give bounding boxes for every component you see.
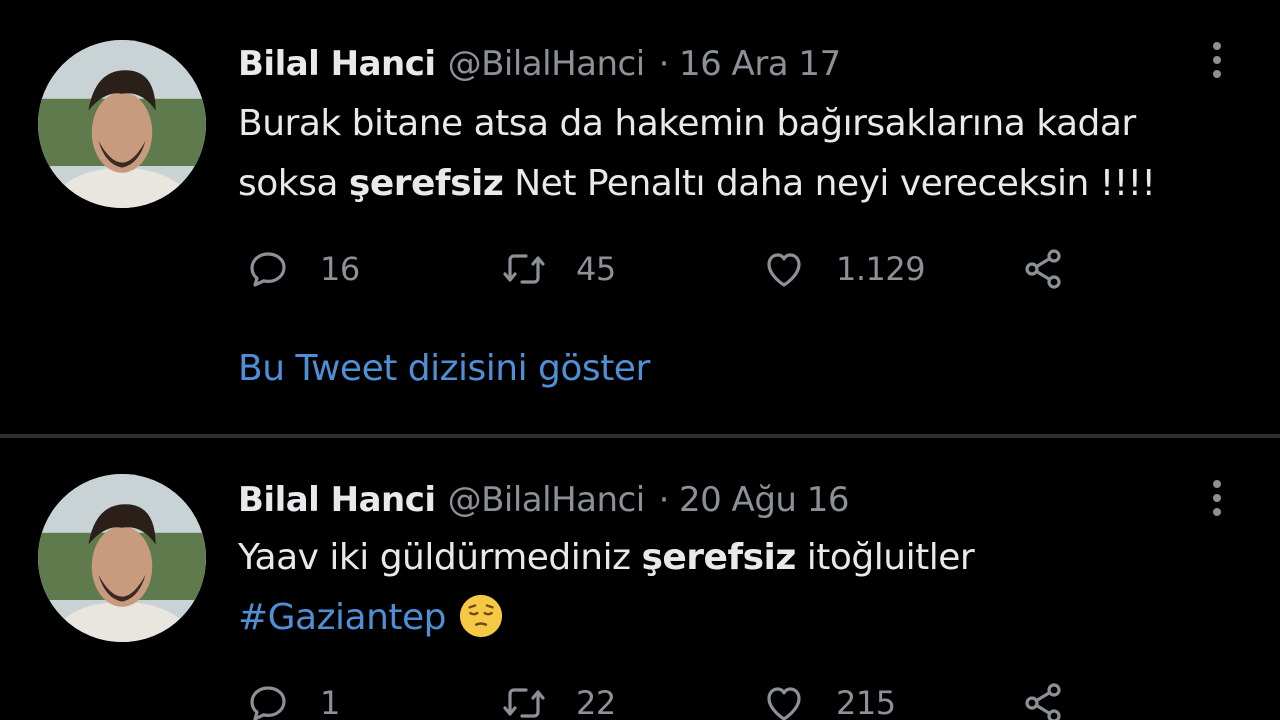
separator: · [658,44,670,84]
like-button[interactable]: 1.129 [760,244,926,294]
hashtag-link[interactable]: #Gaziantep [238,597,447,638]
pensive-face-emoji [459,594,503,638]
share-icon [1025,683,1061,720]
retweet-icon [503,688,545,718]
like-count: 1.129 [836,250,926,288]
author-name[interactable]: Bilal Hanci [238,480,436,520]
reply-button[interactable]: 1 [244,678,340,720]
show-thread-link[interactable]: Bu Tweet dizisini göster [238,348,650,389]
reply-count: 16 [320,250,360,288]
share-button[interactable] [1020,244,1068,294]
tweet-text-line: #Gaziantep [238,588,974,648]
tweet[interactable]: Bilal Hanci @BilalHanci · 16 Ara 17 Bura… [0,0,1280,434]
share-icon [1025,249,1061,289]
tweet-date[interactable]: 20 Ağu 16 [679,480,850,520]
tweet-actions: 1 22 215 [244,678,1144,720]
author-handle[interactable]: @BilalHanci [448,44,646,84]
tweet-feed: Bilal Hanci @BilalHanci · 16 Ara 17 Bura… [0,0,1280,720]
heart-icon [767,253,801,287]
share-button[interactable] [1020,678,1068,720]
tweet-text: Yaav iki güldürmediniz şerefsiz itoğluit… [238,528,975,648]
author-handle[interactable]: @BilalHanci [448,480,646,520]
tweet-text-line: Burak bitane atsa da hakemin bağırsaklar… [238,103,1136,144]
text-span: Yaav iki güldürmediniz [238,537,642,578]
like-button[interactable]: 215 [760,678,896,720]
retweet-button[interactable]: 22 [500,678,616,720]
reply-count: 1 [320,684,340,720]
more-options-icon[interactable] [1204,38,1230,82]
text-span: itoğluitler [795,537,975,578]
text-span: soksa [238,163,349,204]
tweet-actions: 16 45 1.129 [244,244,1144,294]
more-options-icon[interactable] [1204,476,1230,520]
bold-word: şerefsiz [348,163,504,204]
tweet-text-line: Yaav iki güldürmediniz şerefsiz itoğluit… [238,528,975,588]
retweet-button[interactable]: 45 [500,244,616,294]
retweet-icon [503,254,545,284]
tweet-text-line: soksa şerefsiz Net Penaltı daha neyi ver… [238,154,1156,214]
retweet-count: 22 [576,684,616,720]
reply-icon [250,252,286,287]
tweet-date[interactable]: 16 Ara 17 [679,44,841,84]
reply-icon [250,686,286,720]
tweet[interactable]: Bilal Hanci @BilalHanci · 20 Ağu 16 Yaav… [0,438,1280,720]
heart-icon [767,687,801,720]
tweet-header: Bilal Hanci @BilalHanci · 16 Ara 17 [238,40,841,88]
tweet-text: Burak bitane atsa da hakemin bağırsaklar… [238,94,1156,214]
author-name[interactable]: Bilal Hanci [238,44,436,84]
text-span: Net Penaltı daha neyi vereceksin !!!! [503,163,1156,204]
avatar[interactable] [38,474,206,642]
reply-button[interactable]: 16 [244,244,360,294]
retweet-count: 45 [576,250,616,288]
bold-word: şerefsiz [641,537,796,578]
separator: · [658,480,670,520]
like-count: 215 [836,684,896,720]
avatar[interactable] [38,40,206,208]
tweet-header: Bilal Hanci @BilalHanci · 20 Ağu 16 [238,476,850,524]
